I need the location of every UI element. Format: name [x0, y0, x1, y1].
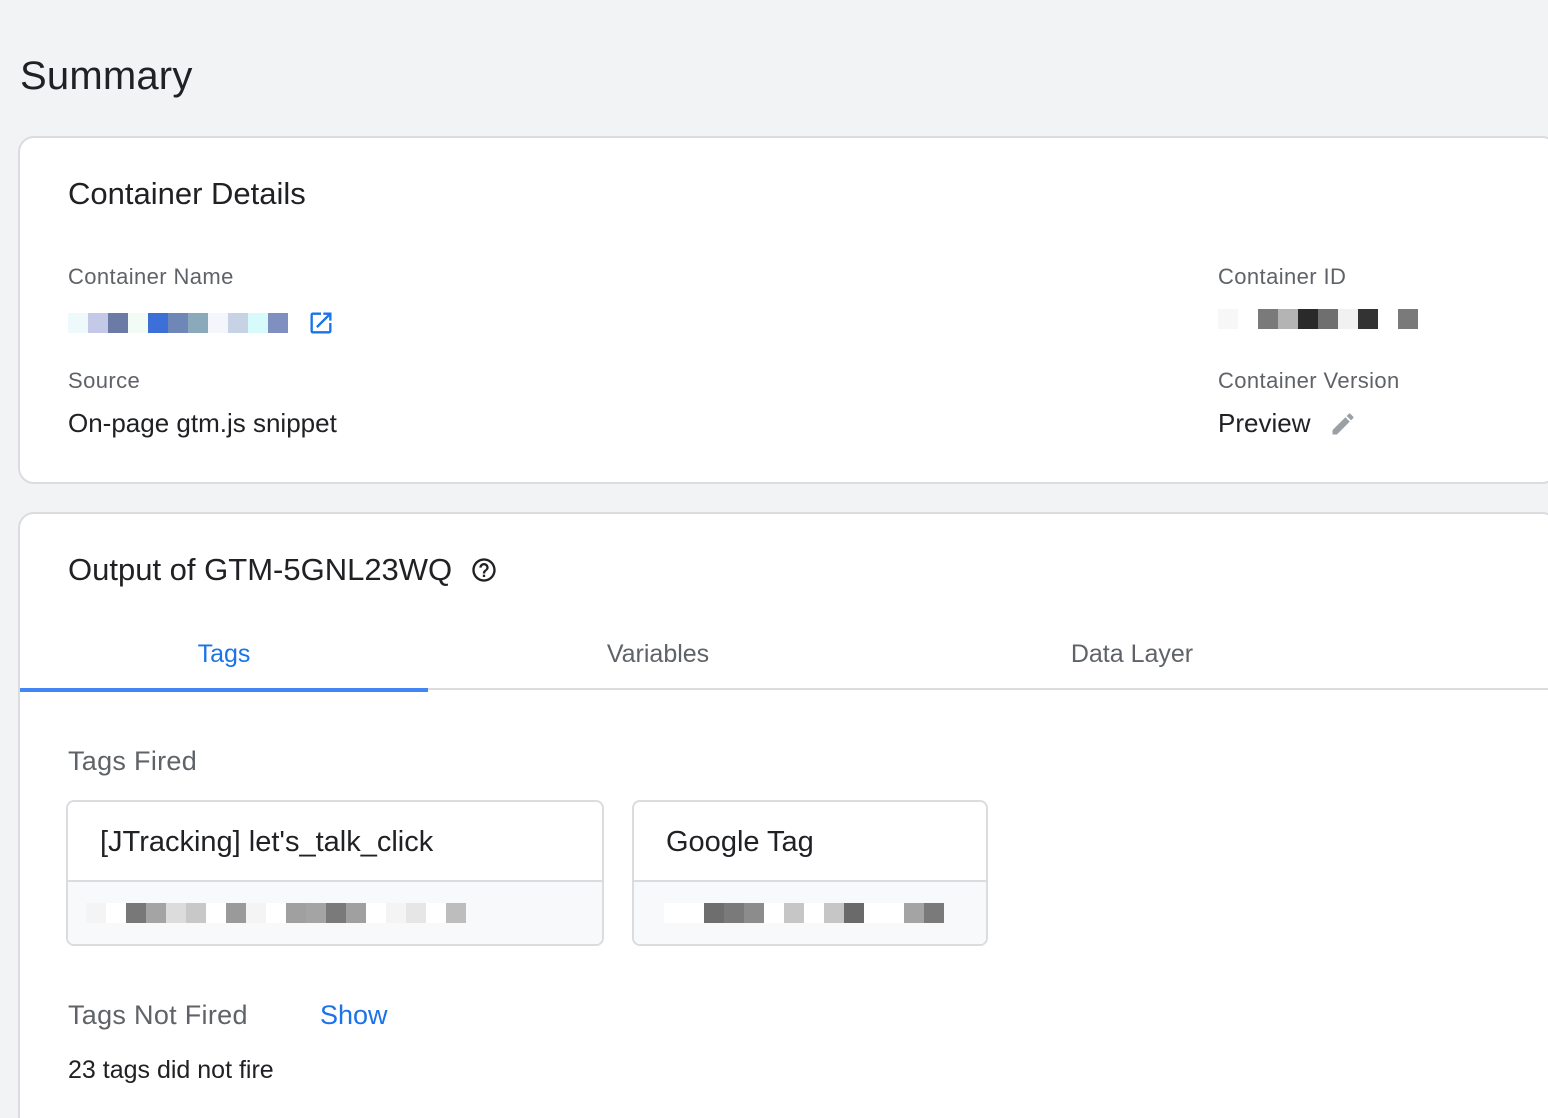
container-version-label: Container Version: [1218, 368, 1400, 393]
tab-data-layer[interactable]: Data Layer: [928, 618, 1336, 690]
fired-tag-card[interactable]: Google Tag: [632, 800, 988, 946]
fired-tag-details-redacted: [664, 902, 944, 924]
tags-not-fired-label: Tags Not Fired: [68, 1000, 248, 1030]
source-label: Source: [68, 368, 141, 393]
source-value: On-page gtm.js snippet: [68, 408, 337, 438]
container-id-redacted: [1218, 308, 1418, 330]
container-version-value: Preview: [1218, 408, 1358, 439]
help-circle-icon[interactable]: [470, 556, 498, 584]
container-output-card: Output of GTM-5GNL23WQ Tags Variables Da…: [18, 512, 1548, 1118]
fired-tag-details-redacted: [86, 902, 466, 924]
container-version-text: Preview: [1218, 408, 1311, 438]
container-details-card: Container Details Container Name Source …: [18, 136, 1548, 484]
fired-tag-name: [JTracking] let's_talk_click: [100, 826, 434, 858]
fired-tag-details: [68, 880, 602, 944]
not-fired-summary: 23 tags did not fire: [68, 1056, 274, 1084]
fired-tag-details: [634, 880, 986, 944]
tab-variables[interactable]: Variables: [454, 618, 862, 690]
fired-tag-card[interactable]: [JTracking] let's_talk_click: [66, 800, 604, 946]
output-title-text: Output of GTM-5GNL23WQ: [68, 552, 453, 587]
container-id-label: Container ID: [1218, 264, 1347, 289]
open-in-new-icon[interactable]: [306, 308, 336, 338]
fired-tag-name: Google Tag: [666, 826, 814, 858]
preview-summary-page: Summary Container Details Container Name…: [0, 0, 1548, 1118]
output-tabs: Tags Variables Data Layer: [20, 618, 1548, 692]
tags-fired-label: Tags Fired: [68, 746, 198, 776]
container-name-value: [68, 308, 336, 338]
container-details-title: Container Details: [68, 176, 306, 211]
page-title: Summary: [20, 54, 193, 98]
output-title: Output of GTM-5GNL23WQ: [68, 552, 498, 588]
container-id-value: [1218, 308, 1418, 330]
tab-tags[interactable]: Tags: [20, 618, 428, 692]
show-not-fired-link[interactable]: Show: [320, 1000, 388, 1031]
container-name-label: Container Name: [68, 264, 234, 289]
pencil-icon[interactable]: [1328, 409, 1358, 439]
container-name-redacted: [68, 312, 288, 334]
